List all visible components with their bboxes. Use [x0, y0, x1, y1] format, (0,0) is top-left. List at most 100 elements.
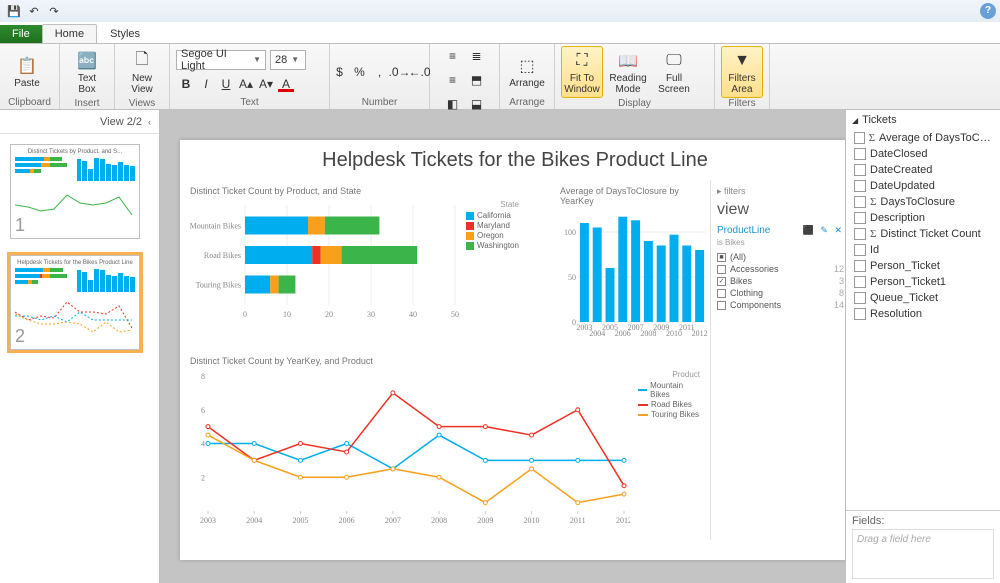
align-left-button[interactable]: ≡	[443, 46, 463, 66]
tab-styles[interactable]: Styles	[97, 24, 153, 43]
svg-text:2003: 2003	[200, 516, 216, 525]
svg-text:10: 10	[283, 310, 291, 319]
shrink-font-button[interactable]: A▾	[256, 74, 276, 94]
textbox-button[interactable]: 🔤 Text Box	[66, 46, 108, 98]
field-item[interactable]: Description	[850, 210, 996, 226]
filter-clear-icon[interactable]: ✕	[834, 225, 844, 235]
stacked-bar-chart[interactable]: Distinct Ticket Count by Product, and St…	[180, 180, 550, 350]
tab-file[interactable]: File	[0, 25, 42, 43]
newview-icon: 🗋	[130, 49, 154, 73]
field-item[interactable]: ΣDaysToClosure	[850, 194, 996, 210]
chart3-legend-title: Product	[638, 370, 700, 379]
field-item[interactable]: DateClosed	[850, 146, 996, 162]
field-list-pane: ◢ Tickets ΣAverage of DaysToClosureDateC…	[845, 110, 1000, 583]
field-item[interactable]: Person_Ticket	[850, 258, 996, 274]
svg-text:2006: 2006	[339, 516, 355, 525]
svg-text:4: 4	[201, 440, 205, 449]
report-canvas[interactable]: Helpdesk Tickets for the Bikes Product L…	[160, 110, 845, 583]
svg-text:Mountain Bikes: Mountain Bikes	[190, 222, 241, 231]
svg-text:50: 50	[568, 273, 576, 282]
increase-decimal-button[interactable]: .0→	[390, 62, 410, 82]
fit-window-label: Fit To Window	[564, 73, 600, 95]
main-area: View 2/2 ‹ Distinct Tickets by Product, …	[0, 110, 1000, 583]
group-views-label: Views	[121, 98, 163, 110]
chart1-legend-title: State	[466, 200, 519, 209]
filters-panel[interactable]: ▸ filters view ProductLine ⬛ ✎ ✕ is Bike…	[710, 180, 845, 540]
filter-item[interactable]: ✓Bikes3	[717, 275, 844, 287]
view-thumbnail-2[interactable]: Helpdesk Tickets for the Bikes Product L…	[10, 255, 140, 350]
font-color-button[interactable]: A	[276, 74, 296, 94]
svg-text:50: 50	[451, 310, 459, 319]
font-family-select[interactable]: Segoe UI Light▼	[176, 50, 266, 70]
newview-button[interactable]: 🗋 New View	[121, 46, 163, 98]
paste-button[interactable]: 📋 Paste	[6, 51, 48, 92]
field-item[interactable]: Resolution	[850, 306, 996, 322]
reading-mode-button[interactable]: 📖 Reading Mode	[607, 46, 649, 98]
align-right-button[interactable]: ≡	[443, 70, 463, 90]
redo-icon[interactable]: ↷	[46, 3, 62, 19]
align-top-button[interactable]: ⬒	[467, 70, 487, 90]
collapse-icon[interactable]: ◢	[852, 116, 858, 125]
svg-text:8: 8	[201, 372, 205, 381]
column-chart[interactable]: Average of DaysToClosure by YearKey 0501…	[550, 180, 710, 350]
chevron-down-icon: ▼	[291, 55, 299, 64]
table-name: Tickets	[862, 114, 896, 126]
fit-window-icon: ⛶	[570, 49, 594, 73]
report-page: Helpdesk Tickets for the Bikes Product L…	[180, 140, 845, 560]
filter-edit-icon[interactable]: ✎	[820, 225, 830, 235]
field-item[interactable]: DateCreated	[850, 162, 996, 178]
filter-item[interactable]: ■(All)	[717, 251, 844, 263]
textbox-icon: 🔤	[75, 49, 99, 73]
arrange-icon: ⬚	[515, 54, 539, 78]
field-item[interactable]: ΣAverage of DaysToClosure	[850, 130, 996, 146]
field-table-header[interactable]: ◢ Tickets	[846, 110, 1000, 130]
page-title[interactable]: Helpdesk Tickets for the Bikes Product L…	[180, 140, 845, 180]
ribbon-tabs: File Home Styles	[0, 22, 1000, 44]
align-center-button[interactable]: ≣	[467, 46, 487, 66]
comma-button[interactable]: ,	[370, 62, 390, 82]
fields-box-label: Fields:	[852, 515, 994, 527]
field-item[interactable]: Id	[850, 242, 996, 258]
bold-button[interactable]: B	[176, 74, 196, 94]
svg-text:2012: 2012	[692, 329, 708, 338]
full-screen-button[interactable]: 🖵 Full Screen	[653, 46, 695, 98]
svg-text:20: 20	[325, 310, 333, 319]
fields-drop-area[interactable]: Drag a field here	[852, 529, 994, 579]
view-thumbnail-1[interactable]: Distinct Tickets by Product, and S...	[10, 144, 140, 239]
undo-icon[interactable]: ↶	[26, 3, 42, 19]
productline-summary: is Bikes	[717, 238, 844, 247]
chevron-down-icon: ▼	[253, 55, 261, 64]
field-item[interactable]: Person_Ticket1	[850, 274, 996, 290]
field-item[interactable]: DateUpdated	[850, 178, 996, 194]
percent-button[interactable]: %	[350, 62, 370, 82]
group-insert-label: Insert	[66, 98, 108, 110]
save-icon[interactable]: 💾	[6, 3, 22, 19]
decrease-decimal-button[interactable]: ←.0	[410, 62, 430, 82]
filters-area-button[interactable]: ▼ Filters Area	[721, 46, 763, 98]
collapse-nav-icon[interactable]: ‹	[148, 117, 151, 127]
fit-to-window-button[interactable]: ⛶ Fit To Window	[561, 46, 603, 98]
svg-text:2004: 2004	[246, 516, 262, 525]
underline-button[interactable]: U	[216, 74, 236, 94]
filter-chart-icon[interactable]: ⬛	[803, 225, 816, 235]
grow-font-button[interactable]: A▴	[236, 74, 256, 94]
italic-button[interactable]: I	[196, 74, 216, 94]
group-display-label: Display	[561, 98, 708, 110]
line-chart[interactable]: Distinct Ticket Count by YearKey, and Pr…	[180, 350, 710, 540]
svg-text:0: 0	[572, 318, 576, 327]
group-arrange-label: Arrange	[506, 97, 548, 109]
help-icon[interactable]: ?	[980, 3, 996, 19]
productline-filter[interactable]: ProductLine	[717, 225, 770, 236]
field-item[interactable]: Queue_Ticket	[850, 290, 996, 306]
field-item[interactable]: ΣDistinct Ticket Count	[850, 226, 996, 242]
filter-item[interactable]: Accessories12	[717, 263, 844, 275]
currency-button[interactable]: $	[330, 62, 350, 82]
svg-text:2007: 2007	[385, 516, 401, 525]
filter-item[interactable]: Components14	[717, 299, 844, 311]
font-size-select[interactable]: 28▼	[270, 50, 306, 70]
tab-home[interactable]: Home	[42, 24, 97, 43]
filter-item[interactable]: Clothing8	[717, 287, 844, 299]
view-navigator: View 2/2 ‹ Distinct Tickets by Product, …	[0, 110, 160, 583]
paste-icon: 📋	[15, 54, 39, 78]
arrange-button[interactable]: ⬚ Arrange	[506, 51, 548, 92]
